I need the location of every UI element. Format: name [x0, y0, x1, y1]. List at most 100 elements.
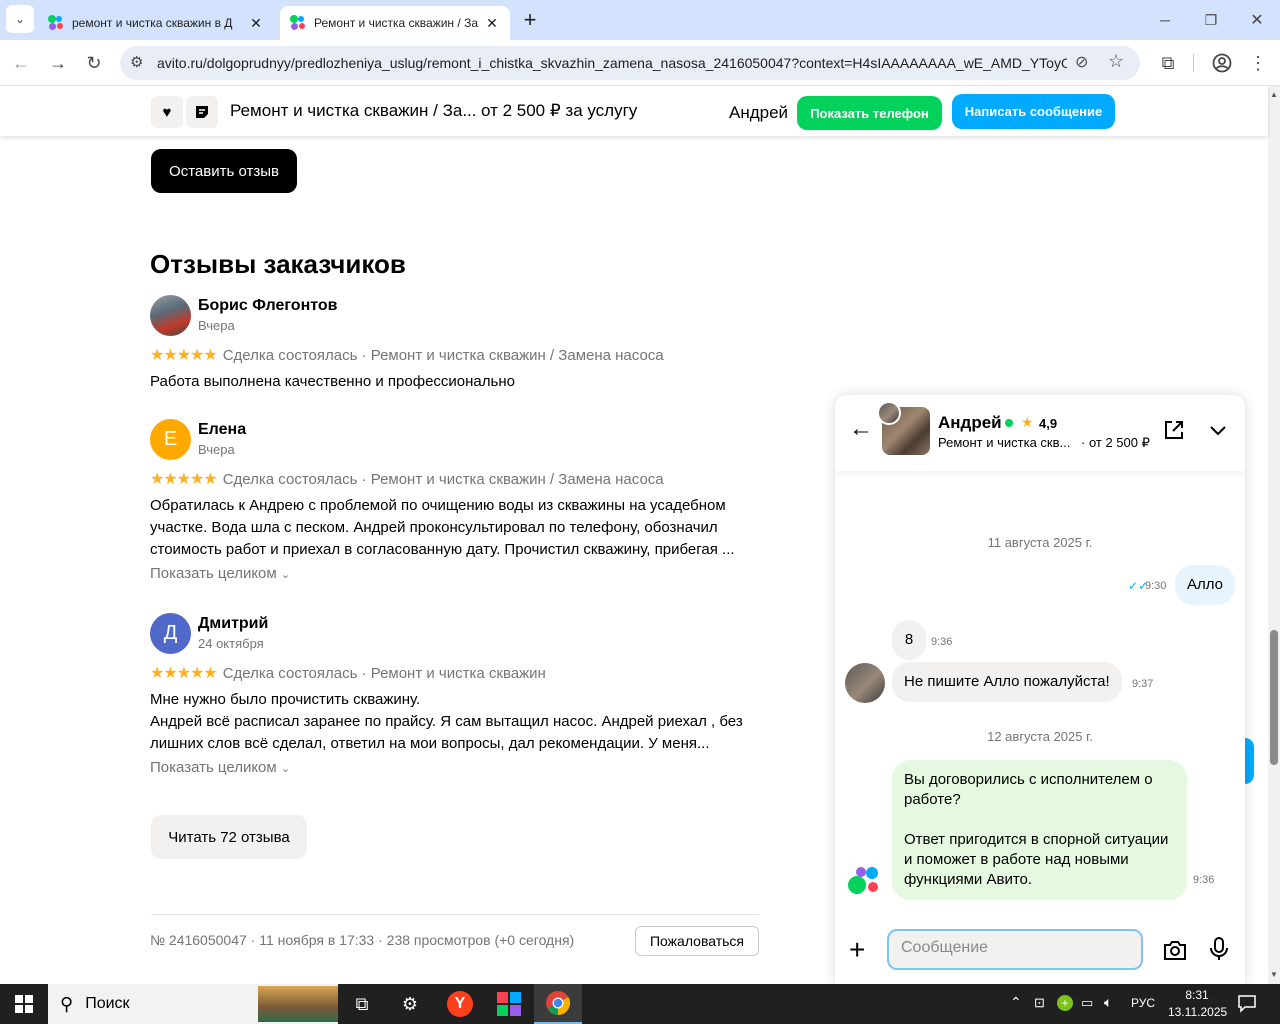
- sticky-item-title[interactable]: Ремонт и чистка скважин / За...: [230, 101, 476, 121]
- system-message[interactable]: Вы договорились с исполнителем о работе?…: [892, 760, 1187, 900]
- close-window-icon[interactable]: ✕: [1242, 5, 1272, 35]
- leave-review-button[interactable]: Оставить отзыв: [151, 149, 297, 193]
- collapse-chevron-icon[interactable]: [1207, 419, 1229, 446]
- scrollbar-thumb[interactable]: [1270, 630, 1278, 765]
- review-deal-info: Сделка состоялась · Ремонт и чистка сква…: [222, 471, 664, 488]
- address-bar[interactable]: ⚙ avito.ru/dolgoprudnyy/predlozheniya_us…: [120, 46, 1140, 80]
- restore-icon[interactable]: ❐: [1196, 5, 1226, 35]
- write-message-button[interactable]: Написать сообщение: [952, 94, 1115, 129]
- rating-stars-icon: ★★★★★: [150, 665, 218, 682]
- outgoing-message[interactable]: Алло: [1175, 565, 1235, 605]
- settings-gear-icon[interactable]: ⚙: [386, 984, 434, 1024]
- windows-start-icon[interactable]: [0, 984, 48, 1024]
- divider: [151, 914, 759, 915]
- tab-close-icon[interactable]: ✕: [248, 15, 264, 32]
- page-scrollbar[interactable]: [1268, 86, 1280, 984]
- open-external-icon[interactable]: [1163, 419, 1185, 446]
- tab-search-button[interactable]: ⌄: [6, 5, 34, 33]
- tray-chevron-icon[interactable]: ⌃: [1010, 994, 1022, 1011]
- reviewer-avatar[interactable]: Е: [150, 419, 191, 460]
- review-text: Работа выполнена качественно и профессио…: [150, 373, 515, 390]
- network-icon[interactable]: ▭: [1081, 995, 1093, 1011]
- show-phone-button[interactable]: Показать телефон: [797, 96, 942, 130]
- chrome-icon[interactable]: [534, 984, 582, 1024]
- rating-stars-icon: ★★★★★: [150, 471, 218, 488]
- review-deal-info: Сделка состоялась · Ремонт и чистка сква…: [222, 347, 664, 364]
- reviewer-avatar[interactable]: [150, 295, 191, 336]
- url-text: avito.ru/dolgoprudnyy/predlozheniya_uslu…: [157, 55, 1067, 71]
- new-tab-button[interactable]: +: [515, 5, 545, 35]
- incoming-message[interactable]: Не пишите Алло пожалуйста!: [892, 662, 1122, 702]
- show-full-review-link[interactable]: Показать целиком ⌄: [150, 759, 290, 776]
- review-date: Вчера: [198, 442, 235, 457]
- chevron-down-icon: ⌄: [280, 569, 291, 581]
- minimize-icon[interactable]: ─: [1150, 5, 1180, 35]
- message-input[interactable]: Сообщение: [887, 929, 1143, 970]
- sticky-seller-name[interactable]: Андрей: [729, 103, 788, 123]
- scroll-up-arrow-icon[interactable]: ▲: [1270, 90, 1278, 99]
- avito-favicon-icon: [48, 15, 64, 31]
- search-icon: ⚲: [60, 993, 74, 1014]
- chat-item-price: · от 2 500 ₽: [1081, 435, 1150, 450]
- reviewer-avatar[interactable]: Д: [150, 613, 191, 654]
- note-icon[interactable]: [186, 96, 218, 128]
- chat-date-separator: 11 августа 2025 г.: [987, 535, 1093, 550]
- clock-time: 8:31: [1185, 988, 1209, 1002]
- reviews-heading: Отзывы заказчиков: [150, 249, 406, 279]
- volume-icon[interactable]: 🔈︎: [1104, 994, 1112, 1011]
- reviewer-name[interactable]: Дмитрий: [198, 615, 268, 633]
- review-text-line: Мне нужно было прочистить скважину.: [150, 691, 421, 708]
- profile-icon[interactable]: [1207, 48, 1237, 78]
- bookmark-star-icon[interactable]: ☆: [1108, 51, 1124, 72]
- camera-icon[interactable]: [1163, 939, 1187, 966]
- notifications-icon[interactable]: [1237, 993, 1257, 1018]
- review-date: Вчера: [198, 318, 235, 333]
- incoming-message[interactable]: 8: [892, 620, 926, 660]
- app-icon[interactable]: [485, 984, 533, 1024]
- forward-icon[interactable]: →: [43, 48, 73, 78]
- clock[interactable]: 8:31 13.11.2025: [1168, 987, 1227, 1021]
- reload-icon[interactable]: ↻: [79, 48, 109, 78]
- system-message-note: Ответ пригодится в спорной ситуации и по…: [904, 831, 1169, 888]
- taskbar-search-box[interactable]: ⚲ Поиск: [48, 984, 338, 1024]
- tray-antivirus-icon[interactable]: +: [1057, 995, 1073, 1011]
- language-indicator[interactable]: РУС: [1131, 996, 1155, 1010]
- scroll-down-arrow-icon[interactable]: ▼: [1270, 970, 1278, 979]
- system-message-question: Вы договорились с исполнителем о работе?: [904, 771, 1153, 808]
- tracking-protection-icon[interactable]: ⊘: [1075, 52, 1088, 72]
- review-deal-info: Сделка состоялась · Ремонт и чистка сква…: [222, 665, 546, 682]
- tab-title: Ремонт и чистка скважин / За: [314, 16, 478, 30]
- back-icon[interactable]: ←: [6, 48, 36, 78]
- reviewer-name[interactable]: Борис Флегонтов: [198, 297, 337, 315]
- review-meta: ★★★★★ Сделка состоялась · Ремонт и чистка…: [150, 469, 664, 489]
- back-arrow-icon[interactable]: ←: [849, 417, 873, 441]
- complain-button[interactable]: Пожаловаться: [635, 926, 759, 956]
- menu-kebab-icon[interactable]: ⋮: [1243, 48, 1273, 78]
- tab-close-icon[interactable]: ✕: [484, 15, 500, 32]
- task-view-icon[interactable]: ⧉: [338, 984, 386, 1024]
- reviewer-name[interactable]: Елена: [198, 421, 246, 439]
- browser-tab-active[interactable]: Ремонт и чистка скважин / За ✕: [280, 6, 510, 40]
- site-info-icon[interactable]: ⚙: [130, 53, 143, 71]
- attach-plus-icon[interactable]: +: [849, 936, 865, 964]
- message-time: 9:36: [931, 636, 953, 648]
- show-full-review-link[interactable]: Показать целиком ⌄: [150, 565, 290, 582]
- extensions-icon[interactable]: ⧉: [1153, 48, 1183, 78]
- chat-seller-name[interactable]: Андрей: [938, 413, 1002, 433]
- review-text-line: Андрей всё расписал заранее по прайсу. Я…: [150, 713, 743, 752]
- review-meta: ★★★★★ Сделка состоялась · Ремонт и чистка…: [150, 345, 664, 365]
- review-text: Обратилась к Андрею с проблемой по очище…: [150, 497, 735, 558]
- avito-favicon-icon: [290, 15, 306, 31]
- browser-tab[interactable]: ремонт и чистка скважин в Д ✕: [38, 6, 274, 40]
- tray-app-icon[interactable]: ⊡: [1034, 995, 1045, 1011]
- favorite-heart-icon[interactable]: ♥: [151, 96, 183, 128]
- seller-avatar[interactable]: [877, 401, 901, 425]
- tab-title: ремонт и чистка скважин в Д: [72, 16, 233, 30]
- yandex-browser-icon[interactable]: Y: [436, 984, 484, 1024]
- avito-logo-icon: [847, 865, 883, 897]
- read-all-reviews-button[interactable]: Читать 72 отзыва: [151, 815, 307, 859]
- chat-header: ← Андрей ★ 4,9 Ремонт и чистка скв... · …: [835, 395, 1245, 471]
- microphone-icon[interactable]: [1209, 937, 1229, 966]
- windows-taskbar: ⚲ Поиск ⧉ ⚙ Y ⌃ ⊡ + ▭ 🔈︎ РУС 8:31 13.11.…: [0, 984, 1280, 1024]
- seller-avatar[interactable]: [845, 663, 885, 703]
